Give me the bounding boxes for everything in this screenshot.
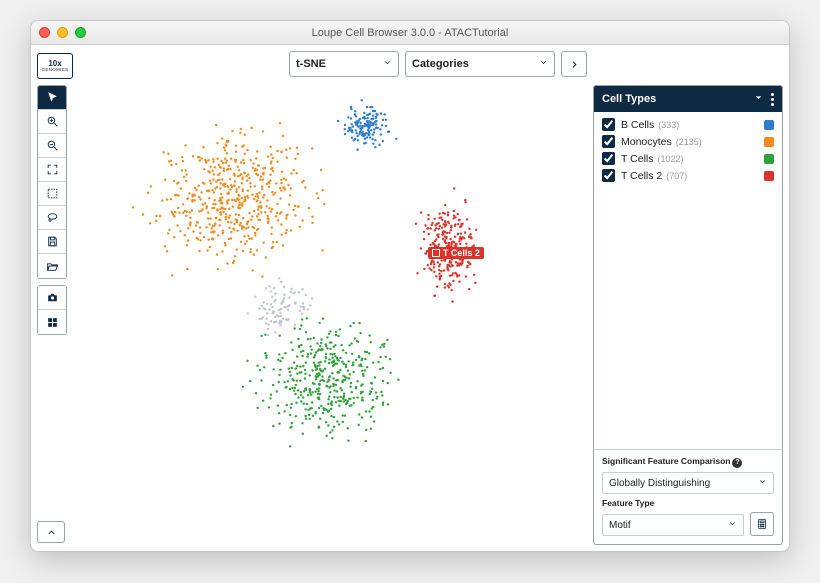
lasso-select-button[interactable]: [38, 206, 66, 230]
zoom-in-button[interactable]: [38, 110, 66, 134]
fit-view-button[interactable]: [38, 158, 66, 182]
mode-value: Categories: [412, 58, 469, 70]
fit-icon: [46, 163, 59, 176]
pointer-icon: [46, 91, 59, 104]
legend-checkbox[interactable]: [602, 135, 615, 148]
chevron-up-icon: [46, 527, 57, 538]
projection-dropdown[interactable]: t-SNE: [289, 51, 399, 77]
legend-swatch: [764, 171, 774, 181]
app-window: Loupe Cell Browser 3.0.0 - ATACTutorial …: [30, 20, 790, 552]
legend-count: (1022): [657, 154, 683, 164]
zoom-window-button[interactable]: [75, 27, 86, 38]
next-mode-button[interactable]: [561, 51, 587, 77]
legend-count: (707): [666, 171, 687, 181]
rect-select-button[interactable]: [38, 182, 66, 206]
legend-swatch: [764, 120, 774, 130]
chevron-down-icon: [383, 58, 392, 70]
chevron-down-icon: [539, 58, 548, 70]
split-view-button[interactable]: [38, 310, 66, 334]
legend-list: B Cells (333) Monocytes (2135) T Cells (1022)…: [594, 112, 782, 188]
tsne-canvas[interactable]: t-SNE Categories T Cells 2: [77, 45, 593, 551]
collapse-toolbar-button[interactable]: [37, 521, 65, 543]
feature-comparison-value: Globally Distinguishing: [609, 478, 710, 489]
cluster-annotation-label: T Cells 2: [443, 248, 480, 258]
legend-swatch: [764, 137, 774, 147]
app-body: 10x GENOMICS: [31, 45, 789, 551]
screenshot-button[interactable]: [38, 286, 66, 310]
pointer-tool-button[interactable]: [38, 86, 66, 110]
grid-icon: [46, 316, 59, 329]
panel-header[interactable]: Cell Types: [594, 86, 782, 112]
chevron-down-icon: [754, 93, 763, 105]
zoom-in-icon: [46, 115, 59, 128]
zoom-out-icon: [46, 139, 59, 152]
tool-rail-secondary: [37, 285, 67, 335]
mode-dropdown[interactable]: Categories: [405, 51, 555, 77]
folder-open-icon: [46, 260, 59, 273]
projection-value: t-SNE: [296, 58, 326, 70]
legend-checkbox[interactable]: [602, 169, 615, 182]
legend-count: (2135): [676, 137, 702, 147]
legend-label: Monocytes: [621, 136, 672, 148]
legend-swatch: [764, 154, 774, 164]
window-controls: [39, 27, 86, 38]
legend-label: T Cells 2: [621, 170, 662, 182]
legend-checkbox[interactable]: [602, 152, 615, 165]
titlebar[interactable]: Loupe Cell Browser 3.0.0 - ATACTutorial: [31, 21, 789, 45]
logo-10x: 10x GENOMICS: [37, 53, 73, 79]
minimize-window-button[interactable]: [57, 27, 68, 38]
cluster-annotation[interactable]: T Cells 2: [428, 247, 484, 259]
view-controls: t-SNE Categories: [289, 51, 587, 77]
save-button[interactable]: [38, 230, 66, 254]
rect-select-icon: [46, 187, 59, 200]
tool-rail-main: [37, 85, 67, 279]
legend-item[interactable]: Monocytes (2135): [602, 135, 774, 148]
zoom-out-button[interactable]: [38, 134, 66, 158]
scatter-plot: [77, 45, 593, 551]
left-column: 10x GENOMICS: [31, 45, 77, 551]
legend-checkbox[interactable]: [602, 118, 615, 131]
open-button[interactable]: [38, 254, 66, 278]
feature-type-label: Feature Type: [602, 498, 774, 508]
panel-title: Cell Types: [602, 93, 656, 105]
compute-button[interactable]: [750, 512, 774, 536]
panel-footer: Significant Feature Comparison? Globally…: [594, 449, 782, 544]
legend-item[interactable]: T Cells 2 (707): [602, 169, 774, 182]
save-icon: [46, 235, 59, 248]
feature-type-dropdown[interactable]: Motif: [602, 514, 744, 536]
camera-icon: [46, 291, 59, 304]
legend-item[interactable]: B Cells (333): [602, 118, 774, 131]
legend-item[interactable]: T Cells (1022): [602, 152, 774, 165]
feature-type-value: Motif: [609, 520, 631, 531]
logo-subtext: GENOMICS: [42, 68, 69, 73]
chevron-right-icon: [569, 59, 580, 70]
feature-comparison-label: Significant Feature Comparison?: [602, 456, 774, 468]
close-window-button[interactable]: [39, 27, 50, 38]
legend-count: (333): [658, 120, 679, 130]
window-title: Loupe Cell Browser 3.0.0 - ATACTutorial: [31, 27, 789, 39]
categories-panel: Cell Types B Cells (333) Monocytes (2135) T …: [593, 85, 783, 545]
panel-menu-button[interactable]: [771, 93, 774, 106]
help-icon[interactable]: ?: [732, 458, 742, 468]
chevron-down-icon: [758, 477, 767, 489]
lasso-icon: [46, 211, 59, 224]
legend-label: T Cells: [621, 153, 653, 165]
legend-label: B Cells: [621, 119, 654, 131]
calculator-icon: [756, 518, 768, 530]
chevron-down-icon: [728, 519, 737, 531]
feature-comparison-dropdown[interactable]: Globally Distinguishing: [602, 472, 774, 494]
right-panel: Cell Types B Cells (333) Monocytes (2135) T …: [593, 45, 789, 551]
